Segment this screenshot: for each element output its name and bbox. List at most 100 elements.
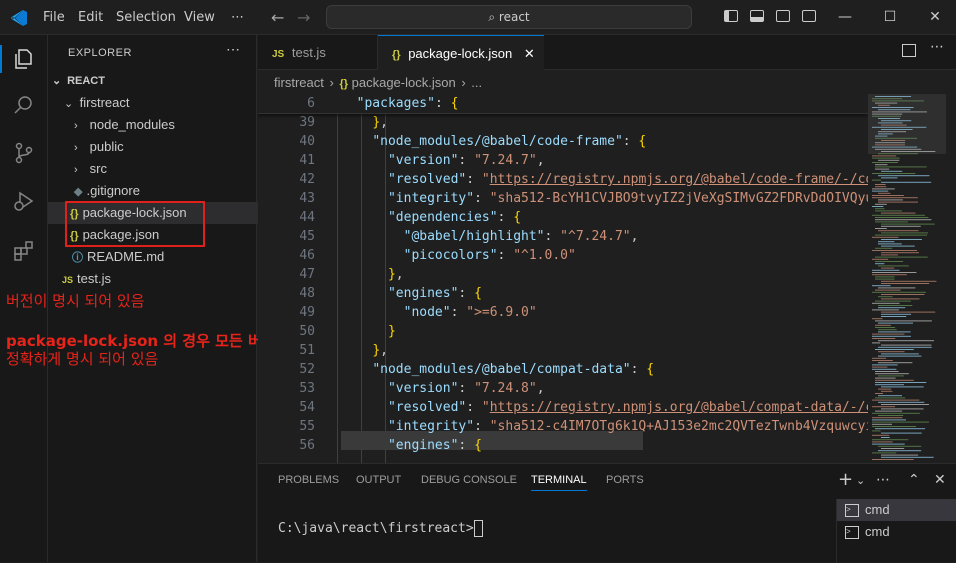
panel-tab-problems[interactable]: PROBLEMS xyxy=(278,474,339,486)
tree-item-readme[interactable]: ⓘ README.md xyxy=(48,246,280,268)
forward-arrow-icon[interactable]: → xyxy=(297,8,310,27)
code-line[interactable]: 51 }, xyxy=(258,341,868,360)
command-center-search[interactable]: ⌕ react xyxy=(326,5,692,29)
workspace-root[interactable]: ⌄ REACT xyxy=(48,70,260,92)
terminal-output[interactable]: C:\java\react\firstreact> xyxy=(278,520,483,537)
more-actions-icon[interactable]: ⋯ xyxy=(930,39,944,55)
code-editor[interactable]: 6 "packages": {39 }, 40 "node_modules/@ba… xyxy=(258,94,868,463)
code-line[interactable]: 48 "engines": { xyxy=(258,284,868,303)
back-arrow-icon[interactable]: ← xyxy=(271,8,284,27)
panel-tab-debug-console[interactable]: DEBUG CONSOLE xyxy=(421,474,517,486)
new-terminal-icon[interactable]: + xyxy=(838,469,853,490)
code-line[interactable]: 47 }, xyxy=(258,265,868,284)
line-number: 56 xyxy=(299,438,315,453)
breadcrumb: firstreact › {} package-lock.json › ... xyxy=(274,75,483,90)
code-line[interactable]: 56 "engines": { xyxy=(258,436,868,455)
tab-bar: JS test.js {} package-lock.json ✕ ⋯ xyxy=(258,35,956,70)
minimize-icon[interactable]: — xyxy=(830,0,860,35)
line-number: 51 xyxy=(299,343,315,358)
terminal-item[interactable]: > cmd xyxy=(837,521,956,543)
toggle-secondary-sidebar-icon[interactable] xyxy=(776,10,790,22)
line-number: 46 xyxy=(299,248,315,263)
panel-tab-ports[interactable]: PORTS xyxy=(606,474,644,486)
source-control-icon[interactable] xyxy=(12,141,36,165)
line-content: "node": ">=6.9.0" xyxy=(403,305,537,320)
breadcrumb-more[interactable]: ... xyxy=(471,75,482,90)
vertical-scrollbar[interactable] xyxy=(946,94,956,463)
explorer-icon[interactable] xyxy=(12,47,36,71)
breadcrumb-folder[interactable]: firstreact xyxy=(274,75,324,90)
tree-item-node-modules[interactable]: › node_modules xyxy=(48,114,282,136)
terminal-cursor xyxy=(473,520,483,537)
tab-test-js[interactable]: JS test.js xyxy=(258,35,378,70)
breadcrumb-file[interactable]: package-lock.json xyxy=(352,75,456,90)
bottom-panel: PROBLEMS OUTPUT DEBUG CONSOLE TERMINAL P… xyxy=(258,463,956,563)
panel-tab-terminal[interactable]: TERMINAL xyxy=(531,474,587,491)
code-line[interactable]: 39 }, xyxy=(258,113,868,132)
extensions-icon[interactable] xyxy=(12,239,36,263)
line-number: 40 xyxy=(299,134,315,149)
line-content: }, xyxy=(387,267,404,282)
terminal-name: cmd xyxy=(865,524,890,539)
terminal-name: cmd xyxy=(865,502,890,517)
line-content: } xyxy=(387,324,396,339)
code-line[interactable]: 43 "integrity": "sha512-BcYH1CVJBO9tvyIZ… xyxy=(258,189,868,208)
tree-item-gitignore[interactable]: ◆ .gitignore xyxy=(48,180,282,202)
code-line[interactable]: 55 "integrity": "sha512-c4IM7OTg6k1Q+AJ1… xyxy=(258,417,868,436)
code-line[interactable]: 41 "version": "7.24.7", xyxy=(258,151,868,170)
line-number: 53 xyxy=(299,381,315,396)
toggle-panel-icon[interactable] xyxy=(750,10,764,22)
menu-edit[interactable]: Edit xyxy=(78,0,103,35)
maximize-panel-icon[interactable]: ⌃ xyxy=(908,472,920,488)
code-line[interactable]: 44 "dependencies": { xyxy=(258,208,868,227)
run-debug-icon[interactable] xyxy=(12,189,36,213)
panel-tab-output[interactable]: OUTPUT xyxy=(356,474,401,486)
code-line[interactable]: 45 "@babel/highlight": "^7.24.7", xyxy=(258,227,868,246)
tab-label: package-lock.json xyxy=(408,46,513,61)
menu-file[interactable]: File xyxy=(43,0,65,35)
toggle-primary-sidebar-icon[interactable] xyxy=(724,10,738,22)
close-panel-icon[interactable]: ✕ xyxy=(934,472,946,488)
line-content: "picocolors": "^1.0.0" xyxy=(403,248,576,263)
tree-item-src[interactable]: › src xyxy=(48,158,282,180)
tree-item-label: README.md xyxy=(87,249,165,264)
close-tab-icon[interactable]: ✕ xyxy=(524,46,535,61)
menu-selection[interactable]: Selection xyxy=(116,0,176,35)
tree-item-test-js[interactable]: JS test.js xyxy=(48,268,270,290)
more-actions-icon[interactable]: ⋯ xyxy=(876,472,890,488)
terminal-prompt: C:\java\react\firstreact> xyxy=(278,521,474,536)
terminal-item[interactable]: > cmd xyxy=(837,499,956,521)
search-icon[interactable] xyxy=(12,93,36,117)
customize-layout-icon[interactable] xyxy=(802,10,816,22)
code-line[interactable]: 42 "resolved": "https://registry.npmjs.o… xyxy=(258,170,868,189)
split-editor-icon[interactable] xyxy=(902,44,916,57)
line-content: "node_modules/@babel/code-frame": { xyxy=(372,134,647,149)
code-line[interactable]: 52 "node_modules/@babel/compat-data": { xyxy=(258,360,868,379)
code-line[interactable]: 53 "version": "7.24.8", xyxy=(258,379,868,398)
code-line[interactable]: 49 "node": ">=6.9.0" xyxy=(258,303,868,322)
line-number: 49 xyxy=(299,305,315,320)
code-line[interactable]: 40 "node_modules/@babel/code-frame": { xyxy=(258,132,868,151)
title-bar: File Edit Selection View ⋯ ← → ⌕ react —… xyxy=(0,0,956,35)
tab-package-lock[interactable]: {} package-lock.json ✕ xyxy=(378,35,544,70)
vscode-logo-icon xyxy=(11,10,27,26)
tree-item-label: .gitignore xyxy=(86,183,140,198)
close-window-icon[interactable]: ✕ xyxy=(920,0,950,35)
tree-item-public[interactable]: › public xyxy=(48,136,282,158)
explorer-more-icon[interactable]: ⋯ xyxy=(226,41,240,58)
menu-more[interactable]: ⋯ xyxy=(231,0,244,35)
line-content: "version": "7.24.7", xyxy=(387,153,545,168)
menu-view[interactable]: View xyxy=(184,0,215,35)
annotation-text-1: 버전이 명시 되어 있음 xyxy=(6,292,145,310)
tree-item-firstreact[interactable]: ⌄ firstreact xyxy=(48,92,272,114)
chevron-down-icon: ⌄ xyxy=(52,75,62,87)
minimap[interactable] xyxy=(868,94,946,463)
maximize-icon[interactable]: ☐ xyxy=(875,0,905,35)
code-line[interactable]: 54 "resolved": "https://registry.npmjs.o… xyxy=(258,398,868,417)
code-line[interactable]: 50 } xyxy=(258,322,868,341)
explorer-title: EXPLORER xyxy=(68,47,132,59)
code-line[interactable]: 46 "picocolors": "^1.0.0" xyxy=(258,246,868,265)
sticky-scroll-line[interactable]: 6 "packages": { xyxy=(258,94,868,114)
line-number: 6 xyxy=(307,96,315,111)
chevron-down-icon[interactable]: ⌄ xyxy=(856,474,865,487)
